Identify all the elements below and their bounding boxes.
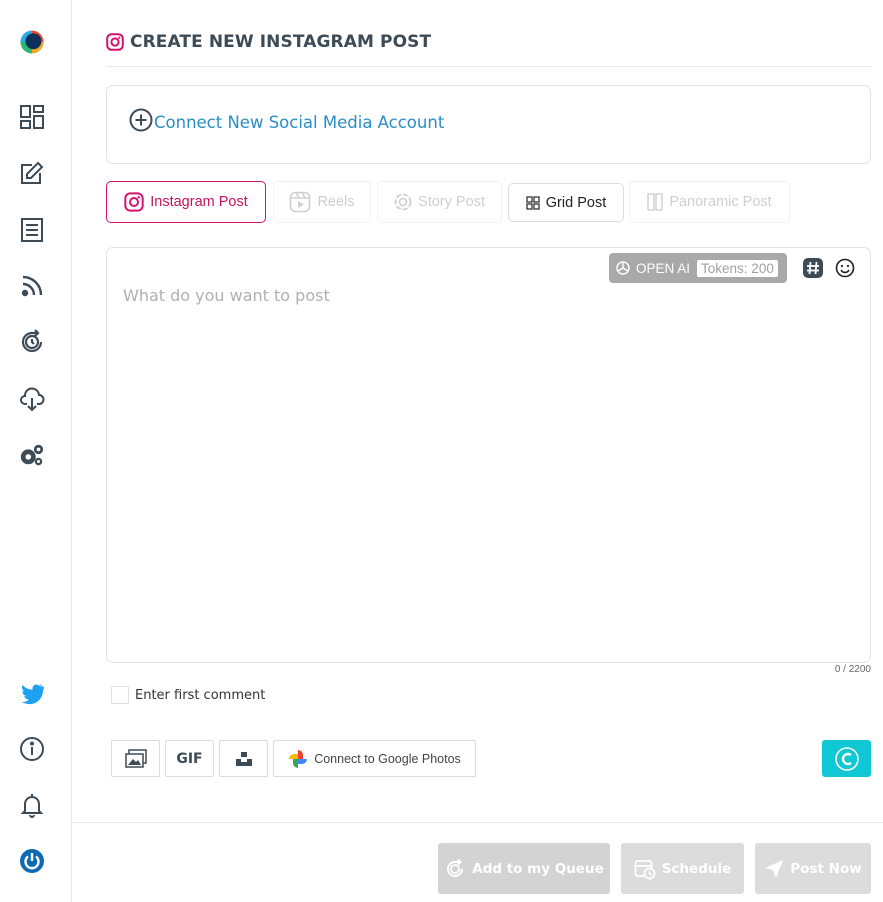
notifications-bell-icon[interactable] — [18, 791, 46, 819]
tab-label: Story Post — [418, 194, 485, 210]
instagram-icon — [106, 33, 124, 51]
openai-label: OPEN AI — [636, 260, 691, 276]
canva-button[interactable] — [822, 740, 871, 777]
first-comment-row: Enter first comment — [111, 686, 265, 704]
tab-label: Grid Post — [545, 194, 607, 211]
settings-gears-icon[interactable] — [18, 441, 46, 469]
google-photos-label: Connect to Google Photos — [314, 751, 461, 766]
tab-label: Reels — [317, 194, 355, 210]
info-icon[interactable] — [18, 735, 46, 763]
page-title-text: CREATE NEW INSTAGRAM POST — [130, 32, 432, 52]
queue-icon — [447, 858, 464, 877]
connect-account-panel: Connect New Social Media Account — [106, 85, 871, 164]
emoji-button[interactable] — [834, 257, 856, 279]
first-comment-checkbox[interactable] — [111, 686, 129, 704]
post-text-editor[interactable]: What do you want to post OPEN AI Tokens:… — [106, 247, 871, 663]
google-photos-icon — [289, 749, 308, 768]
posts-list-icon[interactable] — [18, 216, 46, 244]
schedule-button[interactable]: Schedule — [621, 843, 744, 894]
tab-panoramic-post[interactable]: Panoramic Post — [629, 181, 790, 223]
tab-instagram-post[interactable]: Instagram Post — [106, 181, 266, 223]
tab-label: Instagram Post — [150, 194, 248, 210]
twitter-icon[interactable] — [18, 679, 46, 707]
character-counter: 0 / 2200 — [834, 664, 871, 675]
tab-grid-post[interactable]: Grid Post — [508, 183, 624, 222]
images-icon — [124, 748, 147, 768]
unsplash-button[interactable] — [219, 740, 268, 777]
post-text-placeholder: What do you want to post — [123, 286, 330, 305]
connect-account-label: Connect New Social Media Account — [154, 113, 445, 132]
story-ring-icon — [394, 193, 412, 211]
google-photos-button[interactable]: Connect to Google Photos — [273, 740, 476, 777]
compose-icon[interactable] — [18, 159, 46, 187]
connect-account-link[interactable]: Connect New Social Media Account — [129, 108, 444, 132]
cloud-download-icon[interactable] — [18, 385, 46, 413]
openai-icon — [616, 261, 630, 275]
upload-image-button[interactable] — [111, 740, 160, 777]
tokens-badge: Tokens: 200 — [697, 259, 778, 277]
sidebar — [0, 0, 72, 902]
app-logo[interactable] — [14, 24, 50, 60]
dashboard-icon[interactable] — [18, 103, 46, 131]
grid-icon — [526, 195, 540, 210]
smiley-icon — [835, 258, 855, 278]
add-to-queue-button[interactable]: Add to my Queue — [438, 843, 610, 894]
post-now-button[interactable]: Post Now — [755, 843, 871, 894]
tab-label: Panoramic Post — [669, 194, 772, 210]
tab-story-post[interactable]: Story Post — [377, 181, 502, 223]
instagram-icon — [124, 192, 144, 212]
page-title: CREATE NEW INSTAGRAM POST — [106, 32, 431, 52]
gif-button[interactable]: GIF — [165, 740, 214, 777]
tab-reels[interactable]: Reels — [273, 181, 371, 223]
power-icon[interactable] — [18, 847, 46, 875]
action-footer: Add to my Queue Schedule Post Now — [72, 822, 883, 902]
add-to-queue-label: Add to my Queue — [472, 860, 604, 877]
unsplash-icon — [235, 751, 252, 766]
send-icon — [765, 859, 784, 878]
calendar-clock-icon — [634, 859, 656, 879]
post-now-label: Post Now — [790, 860, 862, 877]
first-comment-label[interactable]: Enter first comment — [135, 688, 265, 703]
hashtag-button[interactable] — [802, 257, 824, 279]
main-content: CREATE NEW INSTAGRAM POST Connect New So… — [72, 0, 883, 902]
history-sync-icon[interactable] — [18, 328, 46, 356]
title-divider — [106, 66, 871, 67]
canva-icon — [834, 746, 859, 771]
openai-button[interactable]: OPEN AI Tokens: 200 — [609, 253, 787, 283]
rss-feed-icon[interactable] — [18, 272, 46, 300]
schedule-label: Schedule — [661, 860, 732, 877]
add-circle-icon — [129, 108, 153, 132]
reels-icon — [290, 191, 311, 213]
hashtag-icon — [803, 258, 823, 278]
gif-label: GIF — [176, 750, 203, 767]
panorama-icon — [647, 193, 664, 211]
